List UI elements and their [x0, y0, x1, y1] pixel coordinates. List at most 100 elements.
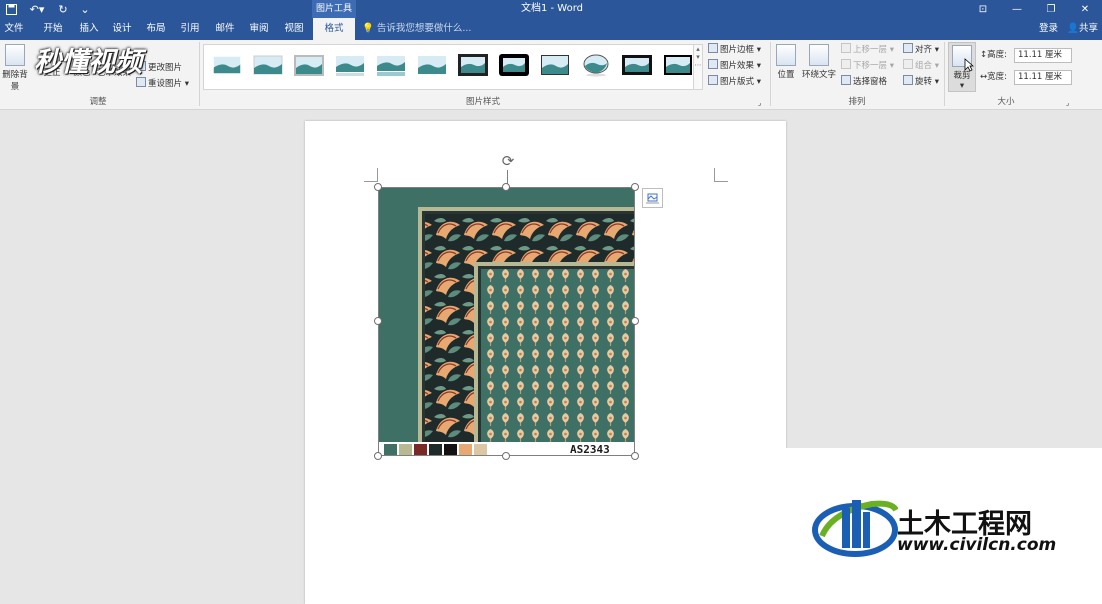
align-label: 对齐	[915, 45, 933, 55]
bring-forward-button[interactable]: 上移一层 ▾	[841, 43, 894, 58]
picture-style-4[interactable]	[335, 53, 365, 77]
tab-layout[interactable]: 布局	[139, 18, 173, 40]
resize-handle-top[interactable]	[502, 183, 510, 191]
group-button[interactable]: 组合 ▾	[903, 59, 939, 74]
color-swatch	[414, 444, 427, 455]
align-icon	[903, 43, 913, 53]
picture-effects-button[interactable]: 图片效果 ▾	[708, 59, 761, 74]
minimize-icon[interactable]: —	[1000, 0, 1034, 18]
window-controls: ⊡ — ❐ ✕	[966, 0, 1102, 18]
picture-border-icon	[708, 43, 718, 53]
picture-layout-button[interactable]: 图片版式 ▾	[708, 75, 761, 90]
undo-icon[interactable]: ↶▾	[22, 0, 52, 18]
carpet-image[interactable]	[378, 187, 635, 456]
wrap-text-label: 环绕文字	[801, 70, 836, 80]
tab-review[interactable]: 审阅	[242, 18, 276, 40]
share-button[interactable]: 👤共享	[1067, 18, 1098, 40]
mouse-cursor-icon	[964, 58, 974, 72]
selection-pane-button[interactable]: 选择窗格	[841, 75, 887, 90]
height-label-text: 高度:	[987, 50, 1007, 60]
tell-me-search[interactable]: 💡 告诉我您想要做什么...	[362, 18, 471, 40]
tab-home[interactable]: 开始	[36, 18, 70, 40]
person-icon: 👤	[1067, 23, 1079, 34]
gallery-scroll[interactable]: ▴ ▾ ⋯	[693, 44, 703, 90]
remove-background-button[interactable]: 删除背景	[0, 44, 30, 92]
picture-style-10[interactable]	[581, 53, 611, 77]
picture-style-7[interactable]	[458, 53, 488, 77]
size-group-label: 大小	[997, 97, 1015, 107]
color-swatch	[384, 444, 397, 455]
tab-insert[interactable]: 插入	[72, 18, 106, 40]
group-icon	[903, 59, 913, 69]
send-backward-label: 下移一层	[853, 61, 888, 71]
bring-forward-label: 上移一层	[853, 45, 888, 55]
ribbon: 删除背景 更正 颜色 艺术效果 更改图片 重设图片 ▾ 调整 ▴ ▾ ⋯ 图片边框 …	[0, 40, 1102, 110]
picture-style-6[interactable]	[417, 53, 447, 77]
width-value: 11.11 厘米	[1018, 72, 1063, 82]
tab-view[interactable]: 视图	[277, 18, 311, 40]
align-button[interactable]: 对齐 ▾	[903, 43, 939, 58]
picture-style-5[interactable]	[376, 53, 406, 77]
picture-effects-icon	[708, 59, 718, 69]
color-swatch-strip	[384, 444, 487, 455]
resize-handle-right[interactable]	[631, 317, 639, 325]
change-picture-button[interactable]: 更改图片	[136, 61, 182, 76]
watermark-top-left: 秒懂视频	[34, 47, 142, 78]
rotate-handle-icon[interactable]: ⟳	[499, 152, 517, 170]
crop-label: 裁剪	[953, 71, 971, 81]
resize-handle-bottom-right[interactable]	[631, 452, 639, 460]
picture-border-button[interactable]: 图片边框 ▾	[708, 43, 761, 58]
divider	[944, 42, 945, 106]
ribbon-display-options-icon[interactable]: ⊡	[966, 0, 1000, 18]
send-backward-button[interactable]: 下移一层 ▾	[841, 59, 894, 74]
resize-handle-bottom[interactable]	[502, 452, 510, 460]
adjust-group-label: 调整	[89, 97, 107, 107]
picture-style-1[interactable]	[212, 53, 242, 77]
margin-mark-top-right	[714, 168, 728, 182]
height-input[interactable]: 11.11 厘米	[1014, 48, 1072, 63]
height-label: ↕高度:	[980, 48, 1007, 63]
save-icon[interactable]	[0, 0, 22, 18]
close-icon[interactable]: ✕	[1068, 0, 1102, 18]
crop-dropdown-icon[interactable]: ▾	[949, 81, 975, 91]
picture-style-12[interactable]	[663, 53, 693, 77]
width-input[interactable]: 11.11 厘米	[1014, 70, 1072, 85]
redo-icon[interactable]: ↻	[52, 0, 74, 18]
wrap-text-button[interactable]: 环绕文字	[800, 44, 838, 80]
picture-style-9[interactable]	[540, 53, 570, 77]
resize-handle-bottom-left[interactable]	[374, 452, 382, 460]
restore-icon[interactable]: ❐	[1034, 0, 1068, 18]
tab-file[interactable]: 文件	[0, 18, 28, 40]
picture-style-2[interactable]	[253, 53, 283, 77]
picture-style-3[interactable]	[294, 53, 324, 77]
tab-mailings[interactable]: 邮件	[208, 18, 242, 40]
rotate-button[interactable]: 旋转 ▾	[903, 75, 939, 90]
resize-handle-top-right[interactable]	[631, 183, 639, 191]
picture-effects-label: 图片效果	[720, 61, 755, 71]
picture-style-11[interactable]	[622, 53, 652, 77]
position-button[interactable]: 位置	[773, 44, 799, 80]
layout-options-button[interactable]	[642, 188, 663, 208]
title-bar: ↶▾ ↻ ⌄ 图片工具 文档1 - Word ⊡ — ❐ ✕	[0, 0, 1102, 18]
resize-handle-top-left[interactable]	[374, 183, 382, 191]
picture-style-8[interactable]	[499, 53, 529, 77]
resize-handle-left[interactable]	[374, 317, 382, 325]
picture-styles-group-label: 图片样式	[465, 97, 500, 107]
customize-qat-icon[interactable]: ⌄	[74, 0, 96, 18]
color-swatch	[474, 444, 487, 455]
picture-border-label: 图片边框	[720, 45, 755, 55]
selection-pane-icon	[841, 75, 851, 85]
tell-me-placeholder: 告诉我您想要做什么...	[376, 23, 472, 34]
tab-format[interactable]: 格式	[313, 18, 355, 40]
position-icon	[776, 44, 796, 66]
civilcn-logo-icon	[812, 500, 898, 557]
width-label: ↔宽度:	[980, 70, 1007, 85]
sign-in-link[interactable]: 登录	[1039, 18, 1058, 40]
reset-picture-label: 重设图片	[148, 79, 183, 89]
size-launcher-icon[interactable]: ⌟	[1066, 96, 1069, 111]
reset-picture-button[interactable]: 重设图片 ▾	[136, 77, 189, 92]
tab-references[interactable]: 引用	[173, 18, 207, 40]
tab-design[interactable]: 设计	[105, 18, 139, 40]
picture-styles-launcher-icon[interactable]: ⌟	[758, 96, 761, 111]
color-swatch	[399, 444, 412, 455]
